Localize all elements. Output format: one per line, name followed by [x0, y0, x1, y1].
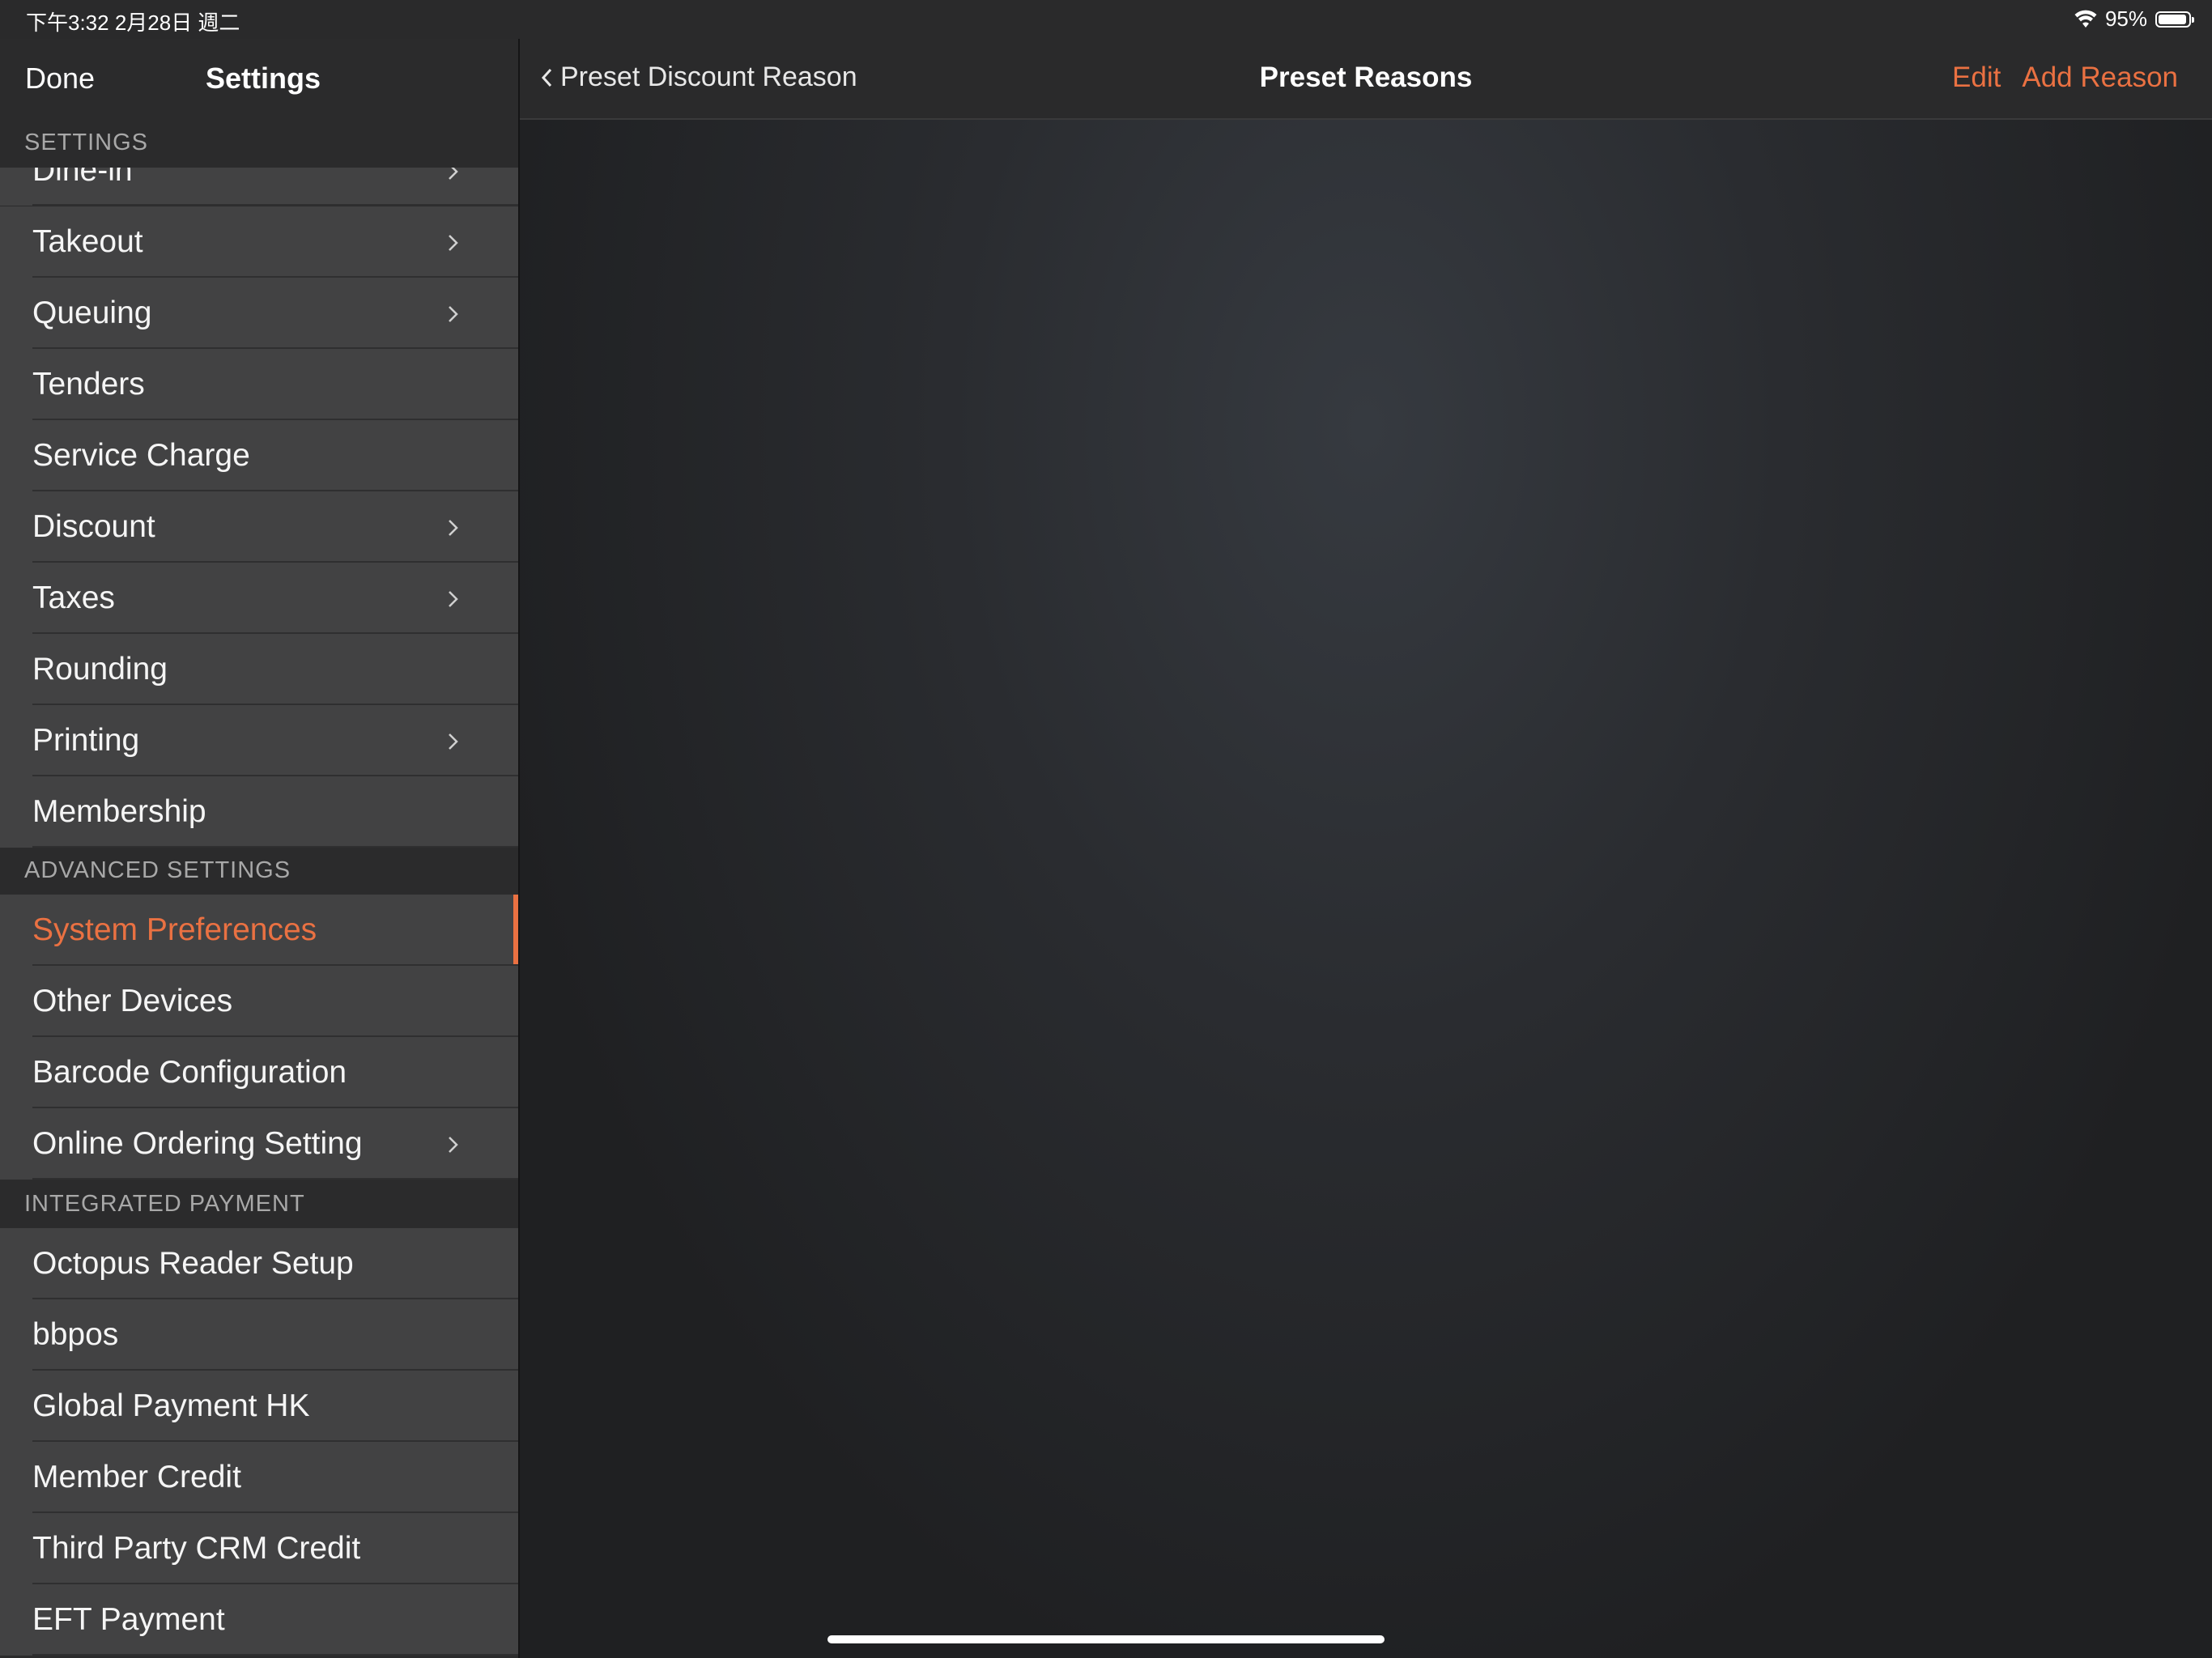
sidebar-item-third-party-crm-credit[interactable]: Third Party CRM Credit [0, 1513, 518, 1584]
sidebar-item-barcode-configuration[interactable]: Barcode Configuration [0, 1037, 518, 1108]
detail-nav-bar: Preset Reasons Preset Discount Reason Ed… [520, 39, 2212, 120]
sidebar-item-label: Printing [32, 723, 140, 758]
sidebar-item-label: Other Devices [32, 984, 233, 1018]
sidebar-item-label: Service Charge [32, 438, 250, 473]
sidebar-item-online-ordering-setting[interactable]: Online Ordering Setting [0, 1108, 518, 1180]
edit-button[interactable]: Edit [1952, 62, 2001, 94]
nav-actions: Edit Add Reason [1952, 62, 2178, 94]
section-header-advanced: ADVANCED SETTINGS [0, 848, 518, 895]
sidebar-item-label: Membership [32, 794, 206, 829]
sidebar-item-label: Online Ordering Setting [32, 1126, 363, 1161]
sidebar-item-takeout[interactable]: Takeout [0, 206, 518, 278]
sidebar-item-label: System Preferences [32, 912, 317, 947]
status-bar: 下午3:32 2月28日 週二 95% [0, 0, 2212, 39]
sidebar-item-label: Member Credit [32, 1460, 241, 1494]
sidebar-item-label: Barcode Configuration [32, 1055, 347, 1090]
sidebar-title: Settings [206, 62, 321, 95]
section-header-label: SETTINGS [24, 130, 149, 155]
sidebar-item-dine-in[interactable]: Dine-in [0, 168, 518, 206]
sidebar-item-other-devices[interactable]: Other Devices [0, 966, 518, 1037]
battery-icon [2155, 11, 2194, 28]
sidebar-item-rounding[interactable]: Rounding [0, 634, 518, 705]
battery-percent: 95% [2104, 6, 2147, 31]
sidebar-item-label: Takeout [32, 224, 143, 259]
chevron-right-icon [449, 168, 458, 180]
chevron-right-icon [449, 1137, 458, 1153]
sidebar-item-queuing[interactable]: Queuing [0, 278, 518, 349]
sidebar-item-membership[interactable]: Membership [0, 776, 518, 848]
done-button[interactable]: Done [25, 62, 95, 96]
status-indicators: 95% [2074, 6, 2194, 32]
sidebar-item-octopus-reader-setup[interactable]: Octopus Reader Setup [0, 1228, 518, 1299]
sidebar-item-discount[interactable]: Discount [0, 491, 518, 563]
sidebar-item-system-preferences[interactable]: System Preferences [0, 895, 518, 966]
sidebar-item-label: Octopus Reader Setup [32, 1246, 354, 1281]
sidebar-item-label: Taxes [32, 580, 115, 615]
sidebar-item-printing[interactable]: Printing [0, 705, 518, 776]
sidebar-item-label: Queuing [32, 295, 152, 330]
section-header-label: INTEGRATED PAYMENT [24, 1191, 305, 1217]
back-button-label: Preset Discount Reason [560, 62, 857, 92]
chevron-right-icon [449, 733, 458, 750]
sidebar-item-label: bbpos [32, 1317, 119, 1352]
sidebar-item-service-charge[interactable]: Service Charge [0, 420, 518, 491]
chevron-right-icon [449, 520, 458, 536]
sidebar-item-taxes[interactable]: Taxes [0, 563, 518, 634]
sidebar-nav-bar: Done Settings [0, 39, 518, 120]
wifi-icon [2074, 10, 2097, 28]
sidebar-item-label: Discount [32, 509, 155, 544]
settings-sidebar: Done Settings Dine-in SETTINGS Takeout Qu… [0, 39, 518, 1658]
section-header-settings: SETTINGS [0, 120, 518, 167]
sidebar-item-tenders[interactable]: Tenders [0, 349, 518, 420]
home-indicator[interactable] [827, 1635, 1385, 1643]
chevron-right-icon [449, 235, 458, 251]
chevron-left-icon [541, 68, 552, 87]
sidebar-item-label: Dine-in [32, 168, 133, 188]
sidebar-item-label: Third Party CRM Credit [32, 1531, 361, 1566]
section-header-label: ADVANCED SETTINGS [24, 857, 291, 883]
status-time: 下午3:32 2月28日 週二 [26, 11, 240, 35]
chevron-right-icon [449, 306, 458, 322]
sidebar-item-label: Global Payment HK [32, 1388, 310, 1423]
add-reason-button[interactable]: Add Reason [2022, 62, 2178, 94]
back-button[interactable]: Preset Discount Reason [538, 62, 857, 93]
sidebar-item-label: EFT Payment [32, 1602, 225, 1637]
sidebar-item-label: Tenders [32, 367, 145, 402]
section-header-integrated-payment: INTEGRATED PAYMENT [0, 1181, 518, 1228]
chevron-right-icon [449, 591, 458, 607]
sidebar-item-bbpos[interactable]: bbpos [0, 1299, 518, 1371]
sidebar-item-label: Rounding [32, 652, 168, 687]
sidebar-item-member-credit[interactable]: Member Credit [0, 1442, 518, 1513]
preset-reasons-list [520, 120, 2212, 1658]
sidebar-item-eft-payment[interactable]: EFT Payment [0, 1584, 518, 1656]
sidebar-item-global-payment-hk[interactable]: Global Payment HK [0, 1371, 518, 1442]
